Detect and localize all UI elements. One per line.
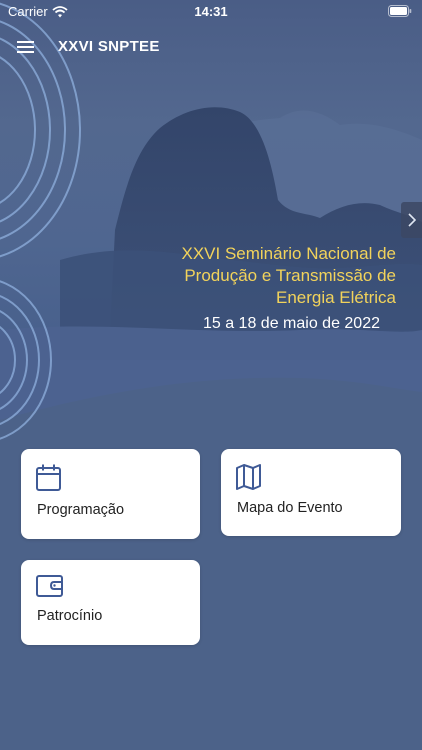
status-bar: Carrier 14:31 [0,0,422,24]
event-title-line-2: Produção e Transmissão de [184,266,396,285]
navigation-bar: XXVI SNPTEE [0,30,422,64]
patrocinio-card[interactable]: Patrocínio [21,560,200,645]
event-title-line-3: Energia Elétrica [275,288,396,307]
map-icon [236,464,261,490]
chevron-right-icon [408,213,417,227]
programacao-label: Programação [37,502,125,518]
menu-button[interactable] [14,36,38,58]
wallet-icon [36,575,63,597]
mapa-do-evento-label: Mapa do Evento [237,500,343,516]
event-title-line-1: XXVI Seminário Nacional de [181,244,396,263]
calendar-icon [36,464,61,491]
mapa-do-evento-card[interactable]: Mapa do Evento [221,449,401,536]
event-date: 15 a 18 de maio de 2022 [202,315,380,332]
next-slide-button[interactable] [401,202,422,238]
hero-background-image [0,2,422,440]
event-title: XXVI Seminário Nacional de Produção e Tr… [96,243,396,309]
hero-banner: XXVI Seminário Nacional de Produção e Tr… [0,0,422,440]
battery-icon [388,5,412,17]
status-time: 14:31 [194,4,228,19]
app-title: XXVI SNPTEE [58,38,160,55]
programacao-card[interactable]: Programação [21,449,200,539]
patrocinio-label: Patrocínio [37,608,103,624]
hamburger-menu-icon [17,41,34,53]
